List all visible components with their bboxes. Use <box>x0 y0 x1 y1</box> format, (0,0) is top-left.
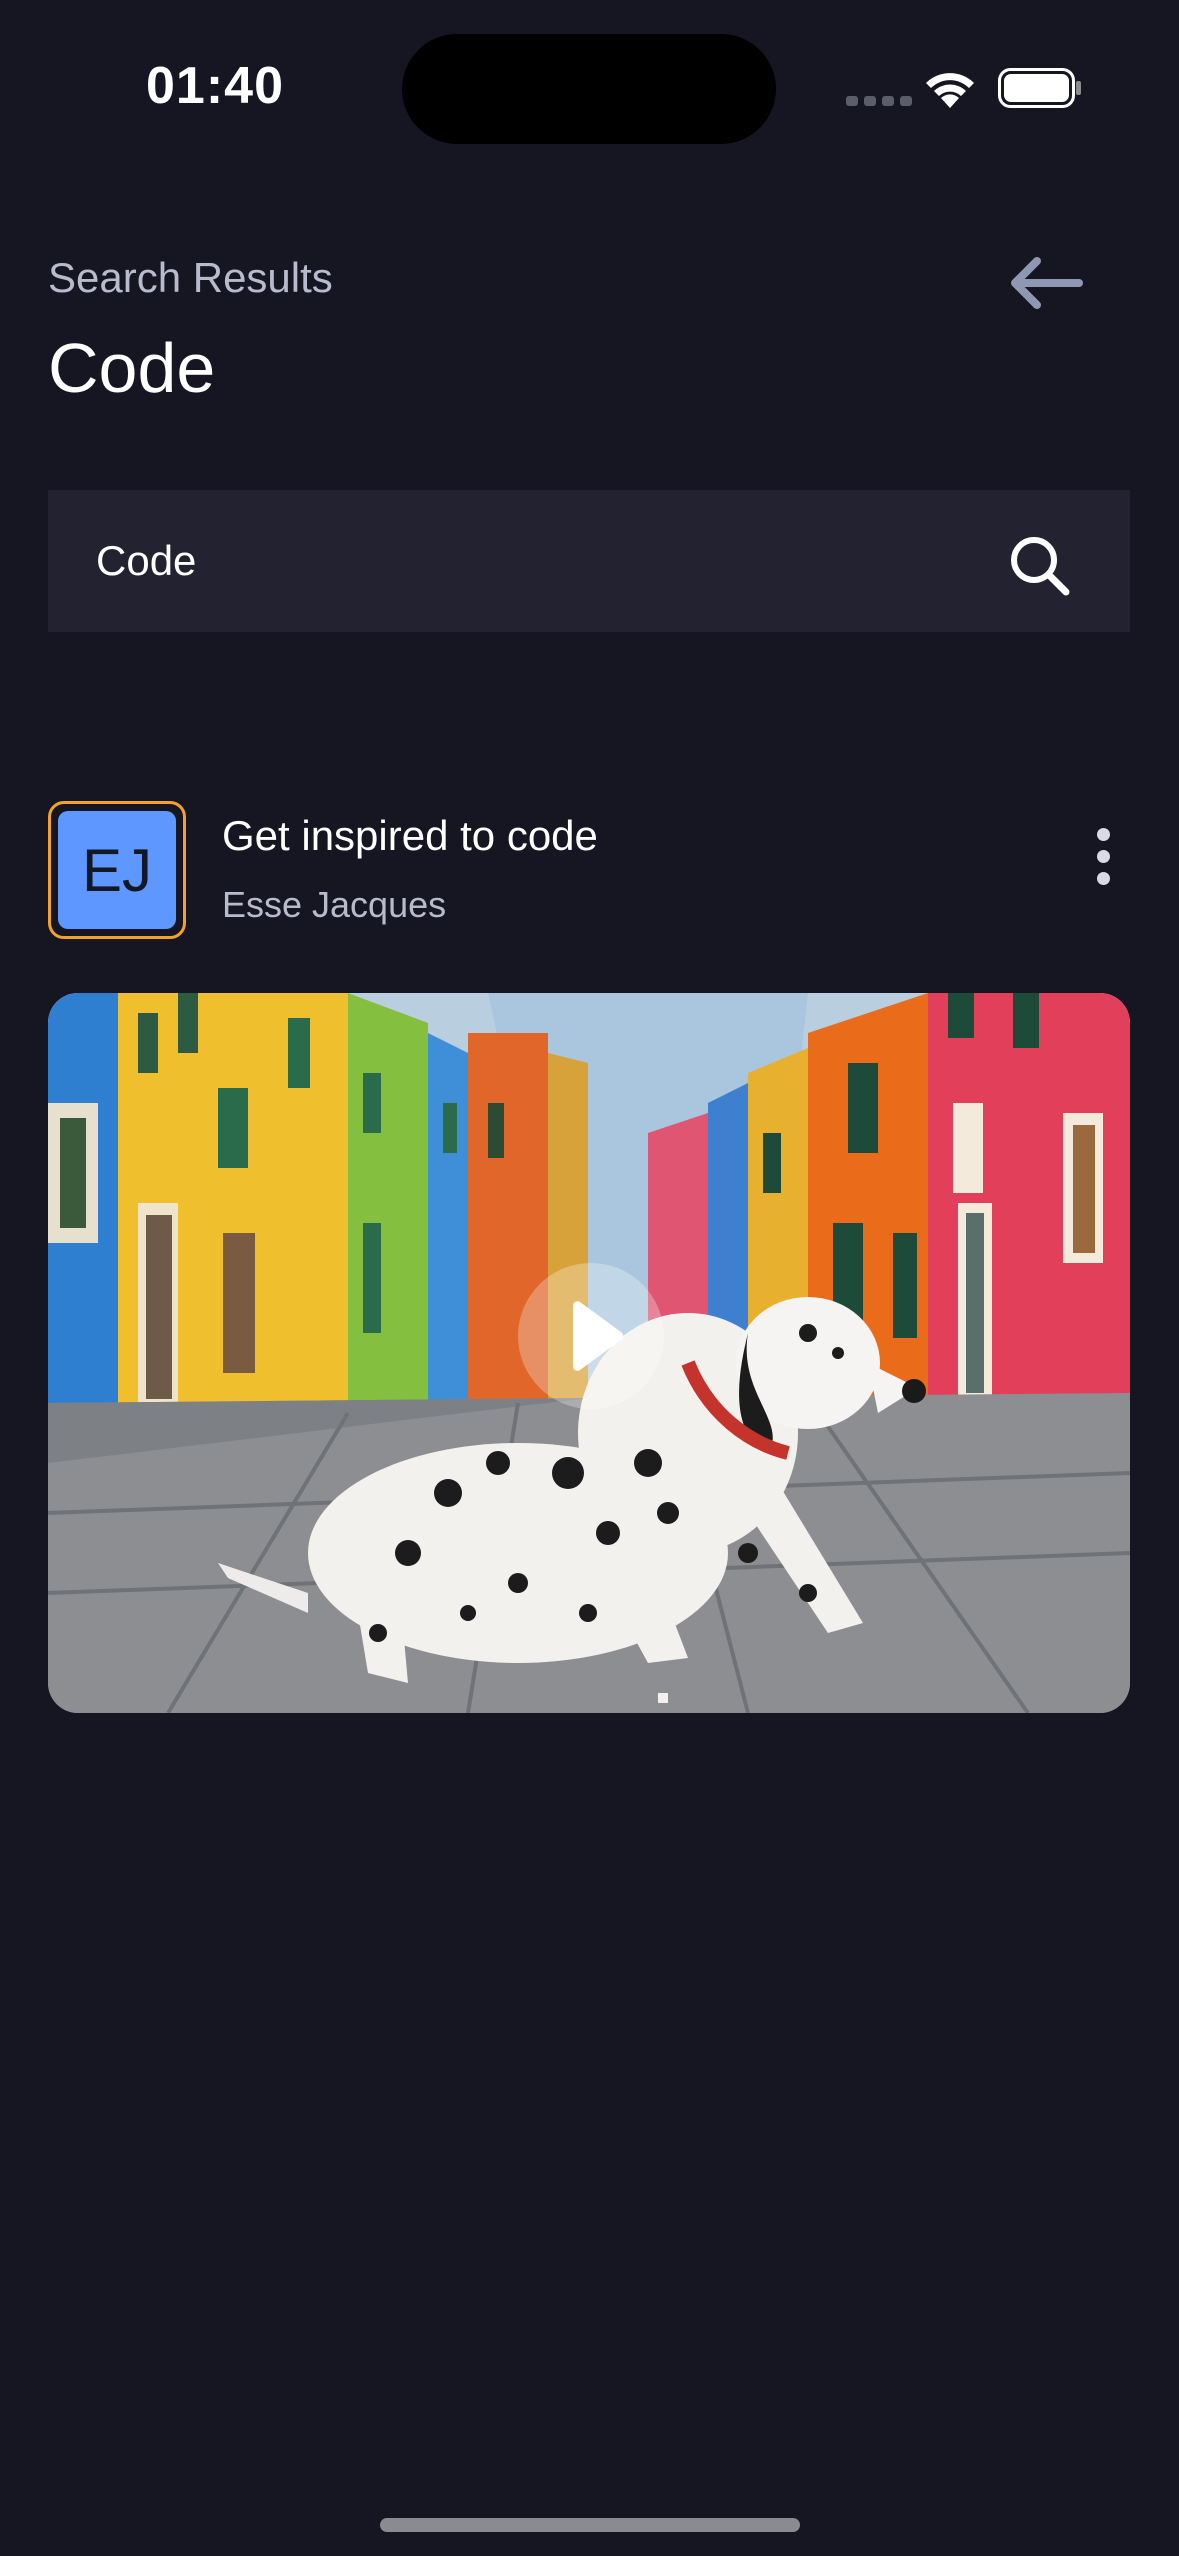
arrow-left-icon <box>1011 257 1083 309</box>
search-input[interactable] <box>96 490 976 632</box>
search-bar <box>48 490 1130 632</box>
wifi-icon <box>926 73 974 108</box>
page-title: Code <box>48 329 216 407</box>
page-subtitle: Search Results <box>48 254 333 301</box>
status-time: 01:40 <box>146 57 284 115</box>
cellular-signal-icon <box>846 96 912 106</box>
search-icon <box>1011 537 1070 596</box>
dynamic-island <box>402 34 776 144</box>
back-button[interactable] <box>1000 248 1090 318</box>
more-options-icon[interactable] <box>1070 816 1136 896</box>
search-button[interactable] <box>1000 526 1080 606</box>
screen: 01:40 Search Results Code EJ Get inspire… <box>0 0 1179 2556</box>
result-title[interactable]: Get inspired to code <box>222 812 598 860</box>
play-button[interactable] <box>518 1263 664 1409</box>
avatar[interactable]: EJ <box>48 801 186 939</box>
avatar-initials: EJ <box>58 811 176 929</box>
video-thumbnail[interactable] <box>48 993 1130 1713</box>
battery-icon <box>998 68 1081 108</box>
result-author[interactable]: Esse Jacques <box>222 884 446 926</box>
home-indicator[interactable] <box>380 2518 800 2532</box>
play-icon <box>573 1301 624 1371</box>
